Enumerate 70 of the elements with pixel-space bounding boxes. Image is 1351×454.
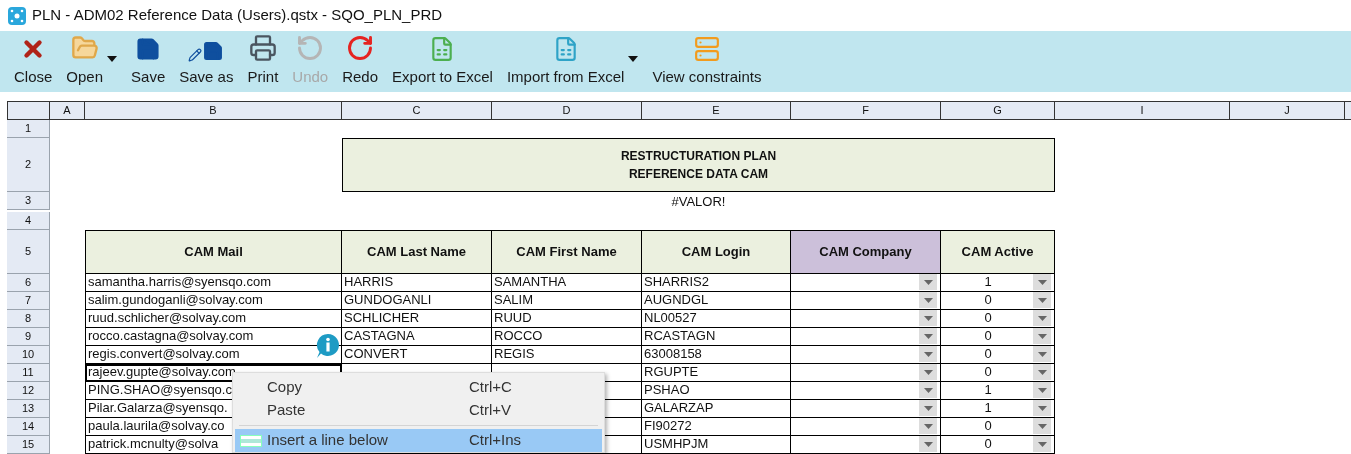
menu-item[interactable]: Insert a line below Ctrl+Ins (235, 429, 602, 452)
toolbar-button[interactable]: View constraints (652, 35, 762, 88)
table-cell: SAMANTHA (492, 273, 642, 292)
menu-shortcut: Ctrl+Ins (469, 430, 522, 451)
menu-shortcut: Ctrl+C (469, 377, 512, 398)
row-header: 2 (7, 138, 50, 192)
banner-line: REFERENCE DATA CAM (628, 166, 769, 183)
table-cell: PSHAO (642, 381, 791, 400)
table-cell-text: 1 (983, 399, 993, 417)
table-cell: samantha.harris@syensqo.com (85, 273, 342, 292)
row-header: 1 (7, 120, 50, 138)
table-cell-text: 1 (983, 381, 993, 399)
row-header: 4 (7, 211, 50, 230)
table-cell-text: 0 (983, 291, 993, 309)
table-cell: ROCCO (492, 327, 642, 346)
toolbar-button[interactable]: Open (66, 33, 104, 88)
column-header: D (492, 101, 642, 120)
column-header: C (342, 101, 492, 120)
header-cell: CAM Company (791, 229, 941, 274)
table-cell: AUGNDGL (642, 291, 791, 310)
toolbar-button[interactable]: Redo (342, 33, 379, 88)
menu-shortcut: Ctrl+V (469, 400, 512, 421)
window-title: PLN - ADM02 Reference Data (Users).qstx - SQO_PLN_PRD (32, 5, 443, 26)
table-cell: FI90272 (642, 417, 791, 436)
column-header: J (1230, 101, 1345, 120)
toolbar-button[interactable]: Import from Excel (506, 35, 625, 88)
table-cell: USMHPJM (642, 435, 791, 454)
toolbar-button[interactable]: Print (247, 33, 279, 88)
table-cell: CASTAGNA (342, 327, 492, 346)
row-header: 3 (7, 192, 50, 210)
column-header: E (642, 101, 791, 120)
table-cell: SCHLICHER (342, 309, 492, 328)
table-cell-text: 0 (983, 363, 993, 381)
header-cell: CAM Login (642, 229, 791, 274)
table-cell: GUNDOGANLI (342, 291, 492, 310)
table-cell: REGIS (492, 345, 642, 364)
table-cell: RCASTAGN (642, 327, 791, 346)
table-cell: CONVERT (342, 345, 492, 364)
header-cell: CAM Last Name (342, 229, 492, 274)
row-header: 5 (7, 229, 50, 274)
table-cell: RGUPTE (642, 363, 791, 382)
header-cell: CAM Mail (85, 229, 342, 274)
table-cell: NL00527 (642, 309, 791, 328)
table-cell: 63008158 (642, 345, 791, 364)
table-cell-text: 0 (983, 345, 993, 363)
table-cell: SALIM (492, 291, 642, 310)
toolbar-button[interactable]: Export to Excel (392, 35, 493, 88)
header-cell: CAM Active (941, 229, 1055, 274)
table-cell: ruud.schlicher@solvay.com (85, 309, 342, 328)
banner-line: RESTRUCTURATION PLAN (620, 148, 777, 165)
column-header: I (1055, 101, 1230, 120)
toolbar-button[interactable]: Close (14, 35, 53, 88)
table-cell: HARRIS (342, 273, 492, 292)
toolbar-button[interactable]: Save (131, 35, 166, 88)
column-header: B (85, 101, 342, 120)
table-cell-text: 0 (983, 327, 993, 345)
table-cell-text: 1 (983, 273, 993, 291)
error-value: #VALOR! (671, 193, 726, 211)
table-cell: SHARRIS2 (642, 273, 791, 292)
column-header: F (791, 101, 941, 120)
table-cell-text: 0 (983, 417, 993, 435)
header-cell: CAM First Name (492, 229, 642, 274)
table-cell: RUUD (492, 309, 642, 328)
table-cell-text: 0 (983, 435, 993, 453)
table-cell: salim.gundoganli@solvay.com (85, 291, 342, 310)
column-header: A (50, 101, 85, 120)
column-header: G (941, 101, 1055, 120)
toolbar-button[interactable]: Save as (179, 39, 234, 88)
table-cell-text: 0 (983, 309, 993, 327)
table-cell: GALARZAP (642, 399, 791, 418)
